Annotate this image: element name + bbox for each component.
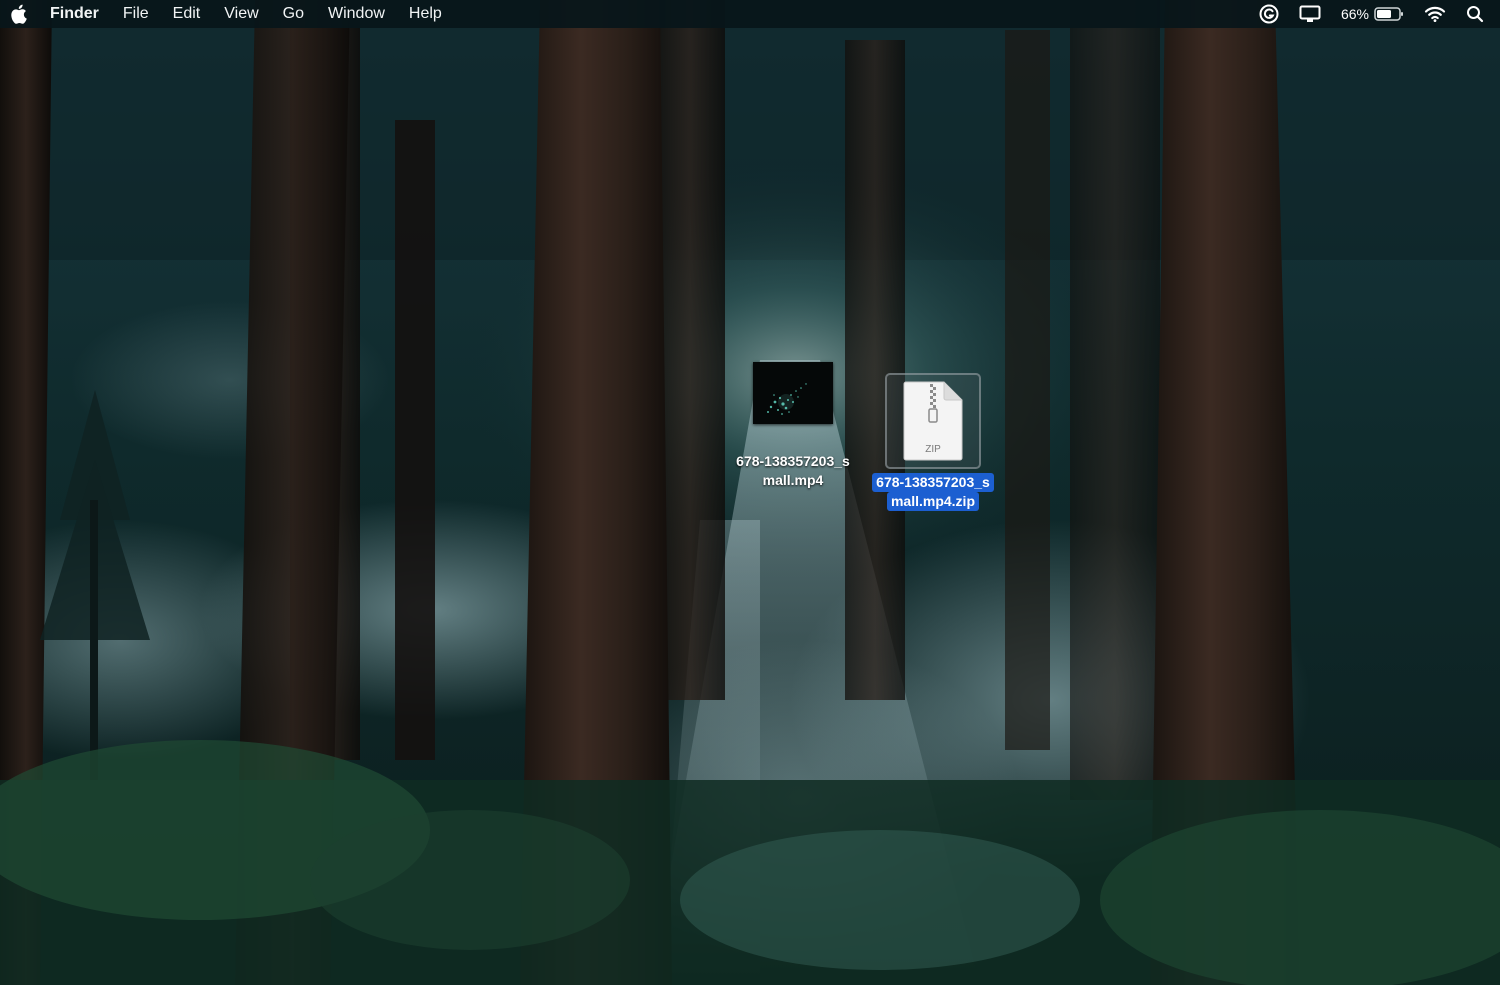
menu-app-finder[interactable]: Finder: [38, 0, 111, 28]
battery-percent: 66%: [1340, 6, 1369, 22]
apple-menu[interactable]: [8, 4, 28, 24]
battery-icon: [1374, 7, 1403, 21]
menu-go[interactable]: Go: [271, 0, 316, 28]
desktop-file-zip[interactable]: ZIP 678-138357203_s mall.mp4.zip: [858, 373, 1008, 511]
video-thumbnail-icon: [753, 362, 833, 424]
menu-help[interactable]: Help: [397, 0, 454, 28]
menu-bar-status: 66%: [1249, 0, 1500, 28]
video-file-name-line2: mall.mp4: [762, 472, 824, 488]
menu-edit[interactable]: Edit: [161, 0, 213, 28]
wifi-icon: [1424, 6, 1446, 22]
desktop[interactable]: Finder File Edit View Go Window Help 66%…: [0, 0, 1500, 985]
desktop-file-video[interactable]: 678-138357203_s mall.mp4: [720, 360, 866, 490]
battery-status[interactable]: 66%: [1331, 0, 1414, 28]
video-file-name-line1: 678-138357203_s: [736, 453, 850, 469]
zip-selection-frame: ZIP: [885, 373, 981, 469]
zip-file-label: 678-138357203_s mall.mp4.zip: [872, 473, 994, 511]
spotlight-search-icon: [1467, 6, 1484, 23]
menu-bar-left: Finder File Edit View Go Window Help: [0, 0, 454, 28]
display-status[interactable]: [1289, 0, 1331, 28]
spotlight-status[interactable]: [1456, 0, 1500, 28]
grammarly-status[interactable]: [1249, 0, 1289, 28]
video-file-label: 678-138357203_s mall.mp4: [720, 452, 866, 490]
apple-logo-icon: [10, 4, 27, 24]
zip-file-name-line1: 678-138357203_s: [872, 473, 994, 492]
menu-window[interactable]: Window: [316, 0, 397, 28]
menu-bar: Finder File Edit View Go Window Help 66%: [0, 0, 1500, 28]
menu-view[interactable]: View: [212, 0, 270, 28]
zip-icon-text: ZIP: [925, 444, 941, 455]
zip-file-name-line2: mall.mp4.zip: [886, 492, 979, 511]
grammarly-icon: [1259, 4, 1279, 24]
menu-file[interactable]: File: [111, 0, 161, 28]
zip-archive-icon: ZIP: [903, 381, 963, 461]
video-thumbnail-wrap: [752, 360, 834, 426]
wifi-status[interactable]: [1414, 0, 1456, 28]
wallpaper-forest: [0, 0, 1500, 985]
display-icon: [1299, 5, 1321, 22]
